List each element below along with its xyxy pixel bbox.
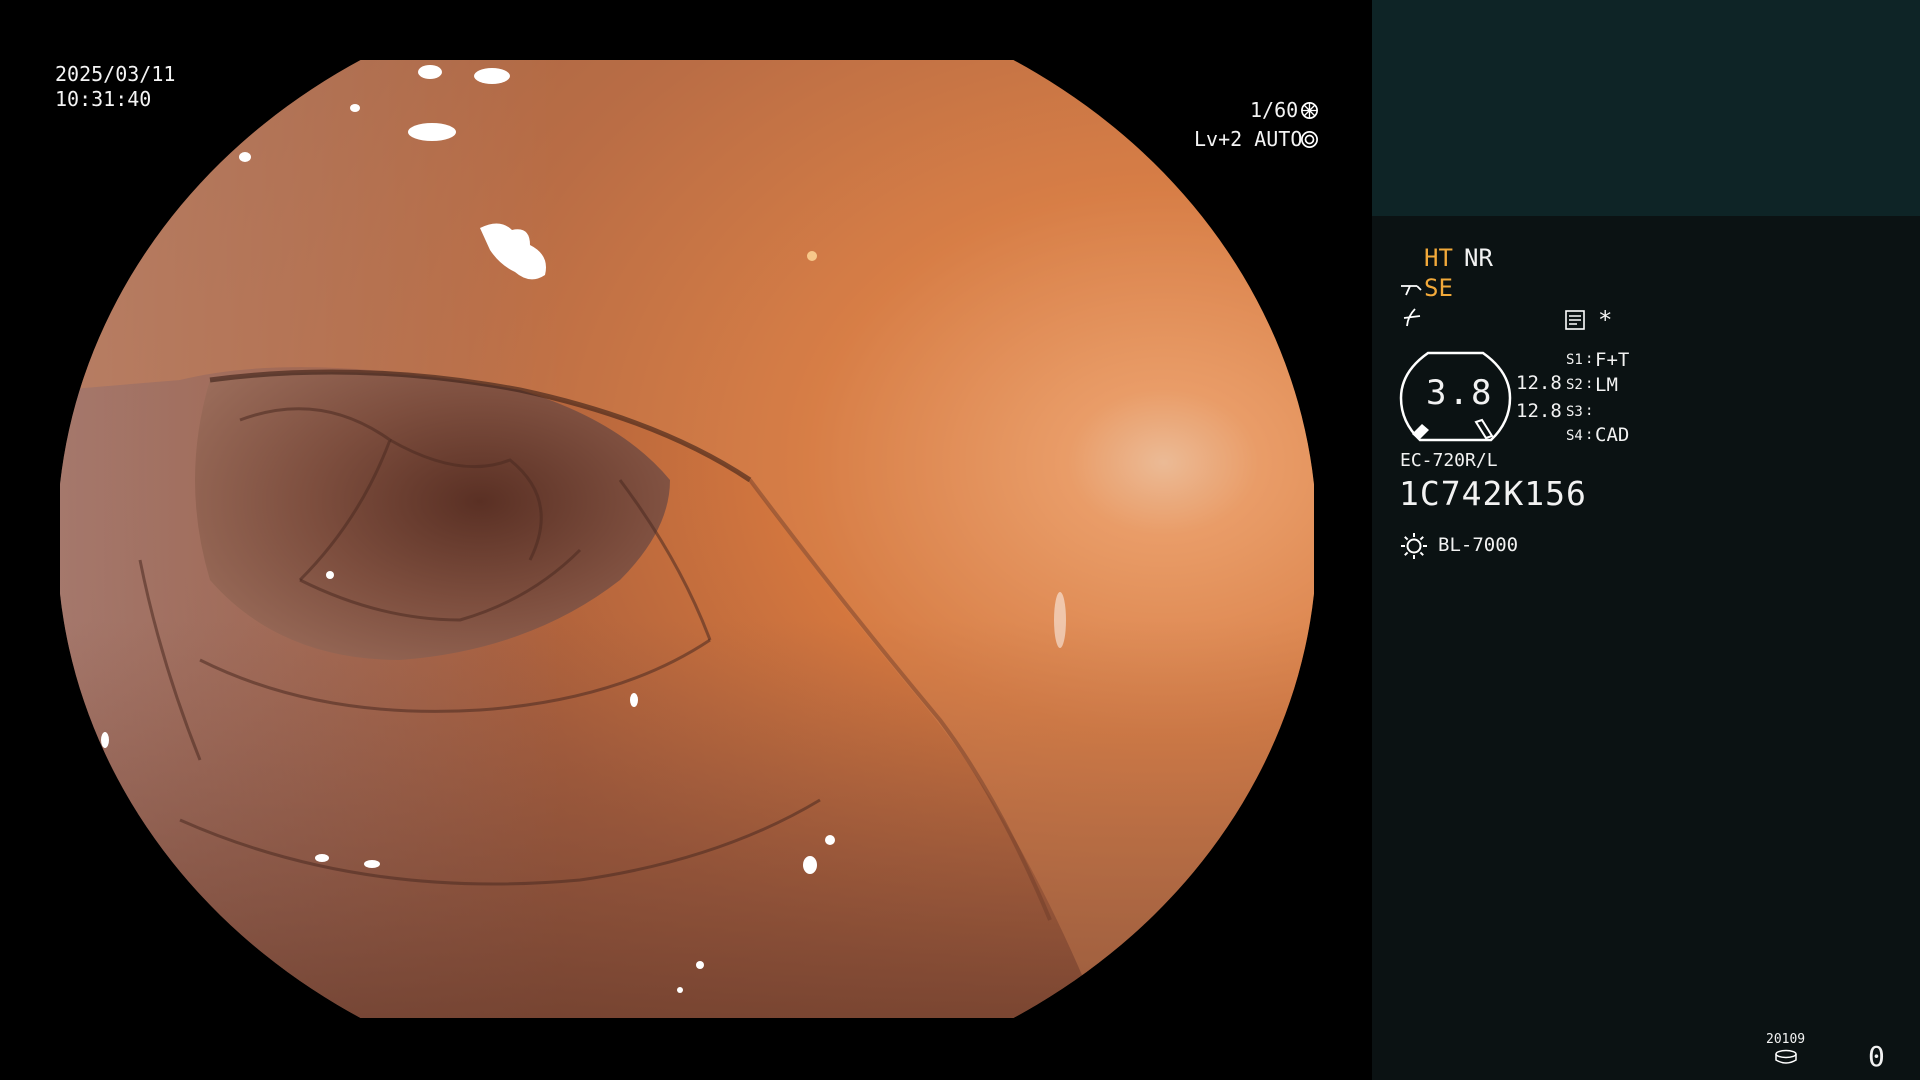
memo-icon (1565, 310, 1585, 330)
switch-key-s3: S3 (1566, 404, 1583, 420)
light-source: BL-7000 (1438, 534, 1519, 556)
switch-value-s4: CAD (1595, 424, 1630, 446)
endoscopic-image (60, 60, 1314, 1018)
panel-top-area (1372, 0, 1920, 216)
tone-curve-icon (1403, 308, 1421, 327)
ht-indicator: HT (1424, 244, 1453, 272)
scope-model: EC-720R/L (1400, 450, 1498, 471)
counter-big: 0 (1868, 1040, 1885, 1073)
switch-key-s1: S1 (1566, 352, 1583, 368)
switch-value-s1: F+T (1595, 349, 1630, 371)
switch-key-s2: S2 (1566, 377, 1583, 393)
time-display: 10:31:40 (55, 87, 152, 111)
value-b: 12.8 (1516, 400, 1562, 422)
scope-tip-icon (1401, 285, 1422, 296)
endoscope-viewport: 2025/03/11 10:31:40 1/60 Lv+2 AUTO (0, 0, 1372, 1080)
lamp-icon (1401, 533, 1427, 559)
zoom-value: 3.8 (1426, 373, 1494, 413)
asterisk-indicator: * (1598, 306, 1613, 334)
iris-icon (1301, 131, 1318, 148)
value-a: 12.8 (1516, 372, 1562, 394)
shutter-speed: 1/60 (1250, 98, 1299, 122)
switch-value-s2: LM (1595, 374, 1618, 396)
status-panel: HT NR SE * 3.8 12.8 12.8 S1 : F+T S2 : L… (1372, 0, 1920, 1080)
nr-indicator: NR (1464, 244, 1493, 272)
storage-disk-icon (1775, 1049, 1797, 1064)
switch-key-s4: S4 (1566, 428, 1583, 444)
date-display: 2025/03/11 (55, 62, 176, 86)
scope-serial: 1C742K156 (1399, 474, 1587, 513)
level-auto-mode: Lv+2 AUTO (1194, 127, 1303, 151)
aperture-icon (1301, 102, 1318, 119)
se-indicator: SE (1424, 274, 1453, 302)
counter-small: 20109 (1766, 1032, 1806, 1047)
